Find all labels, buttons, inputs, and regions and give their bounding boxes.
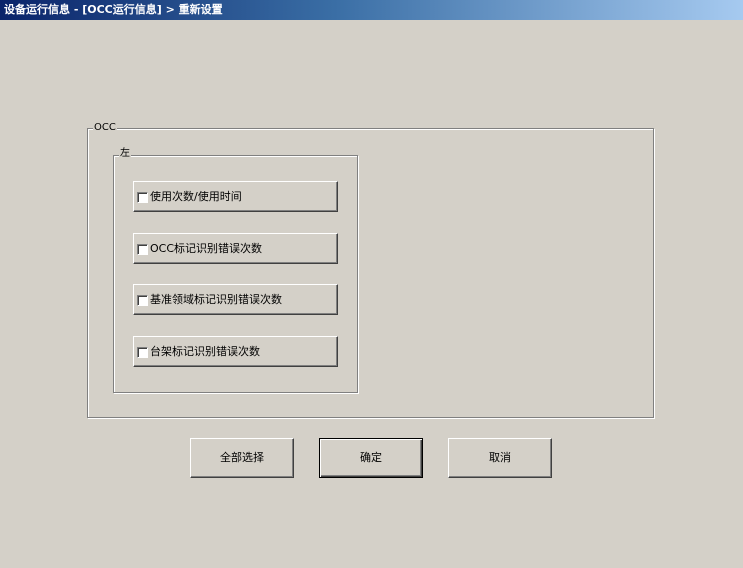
- option-occ-mark-error-count[interactable]: OCC标记识别错误次数: [133, 233, 338, 264]
- ok-button[interactable]: 确定: [319, 438, 423, 478]
- option-label: 使用次数/使用时间: [150, 190, 242, 203]
- option-reference-area-mark-error-count[interactable]: 基准领域标记识别错误次数: [133, 284, 338, 315]
- cancel-button[interactable]: 取消: [448, 438, 552, 478]
- option-label: 台架标记识别错误次数: [150, 345, 260, 358]
- occ-mark-error-checkbox[interactable]: [137, 244, 148, 255]
- left-group-label: 左: [119, 148, 131, 160]
- window-title: 设备运行信息 - [OCC运行信息] > 重新设置: [4, 3, 223, 16]
- option-label: OCC标记识别错误次数: [150, 242, 263, 255]
- usage-count-time-checkbox[interactable]: [137, 192, 148, 203]
- option-usage-count-time[interactable]: 使用次数/使用时间: [133, 181, 338, 212]
- select-all-button[interactable]: 全部选择: [190, 438, 294, 478]
- window-title-bar: 设备运行信息 - [OCC运行信息] > 重新设置: [0, 0, 743, 20]
- option-label: 基准领域标记识别错误次数: [150, 293, 282, 306]
- occ-group-label: OCC: [93, 122, 117, 134]
- stage-mark-error-checkbox[interactable]: [137, 347, 148, 358]
- option-stage-mark-error-count[interactable]: 台架标记识别错误次数: [133, 336, 338, 367]
- reference-area-mark-error-checkbox[interactable]: [137, 295, 148, 306]
